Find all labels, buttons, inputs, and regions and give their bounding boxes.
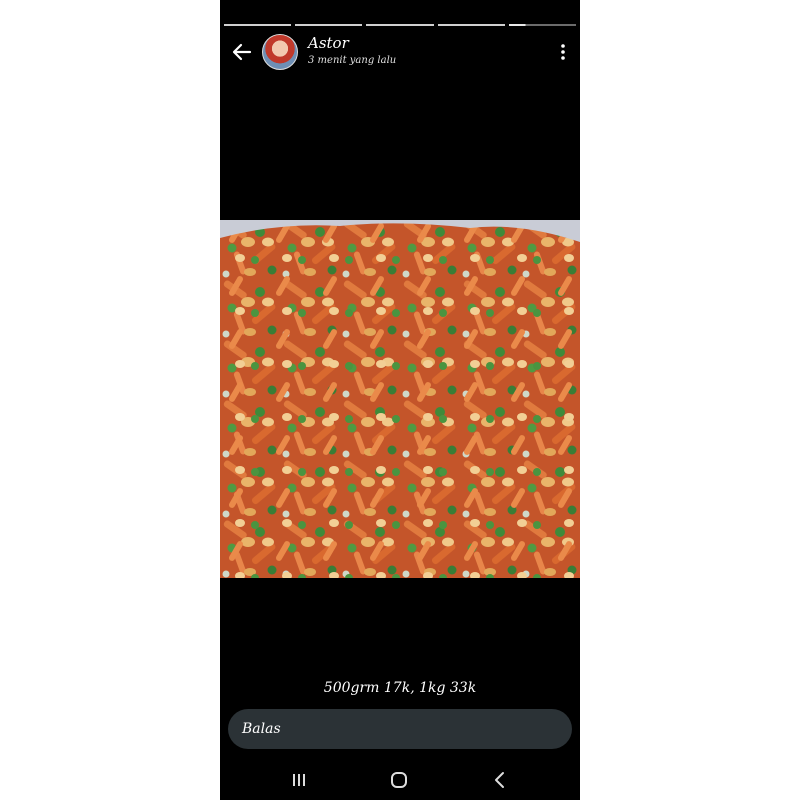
reply-field[interactable]: Balas [228, 709, 572, 749]
nav-back-icon[interactable] [488, 768, 512, 792]
progress-segment [295, 24, 363, 26]
story-viewer: Astor 3 menit yang lalu 500grm 17k, 1kg … [220, 0, 580, 800]
system-nav-bar [220, 760, 580, 800]
reply-placeholder: Balas [242, 721, 281, 737]
home-icon[interactable] [387, 768, 411, 792]
story-header: Astor 3 menit yang lalu [220, 32, 580, 72]
story-username[interactable]: Astor [308, 34, 349, 52]
story-caption: 500grm 17k, 1kg 33k [323, 680, 477, 696]
more-vert-icon[interactable] [560, 42, 566, 62]
story-photo [220, 220, 580, 578]
progress-segment [224, 24, 292, 26]
avatar[interactable] [262, 34, 298, 70]
story-timestamp: 3 menit yang lalu [308, 55, 397, 66]
progress-segment [366, 24, 434, 26]
progress-segment-current [508, 24, 577, 26]
recents-icon[interactable] [287, 768, 311, 792]
progress-segment [437, 24, 505, 26]
snack-mix-image [220, 220, 580, 578]
back-arrow-icon[interactable] [230, 40, 254, 64]
story-progress-bar [224, 24, 577, 27]
